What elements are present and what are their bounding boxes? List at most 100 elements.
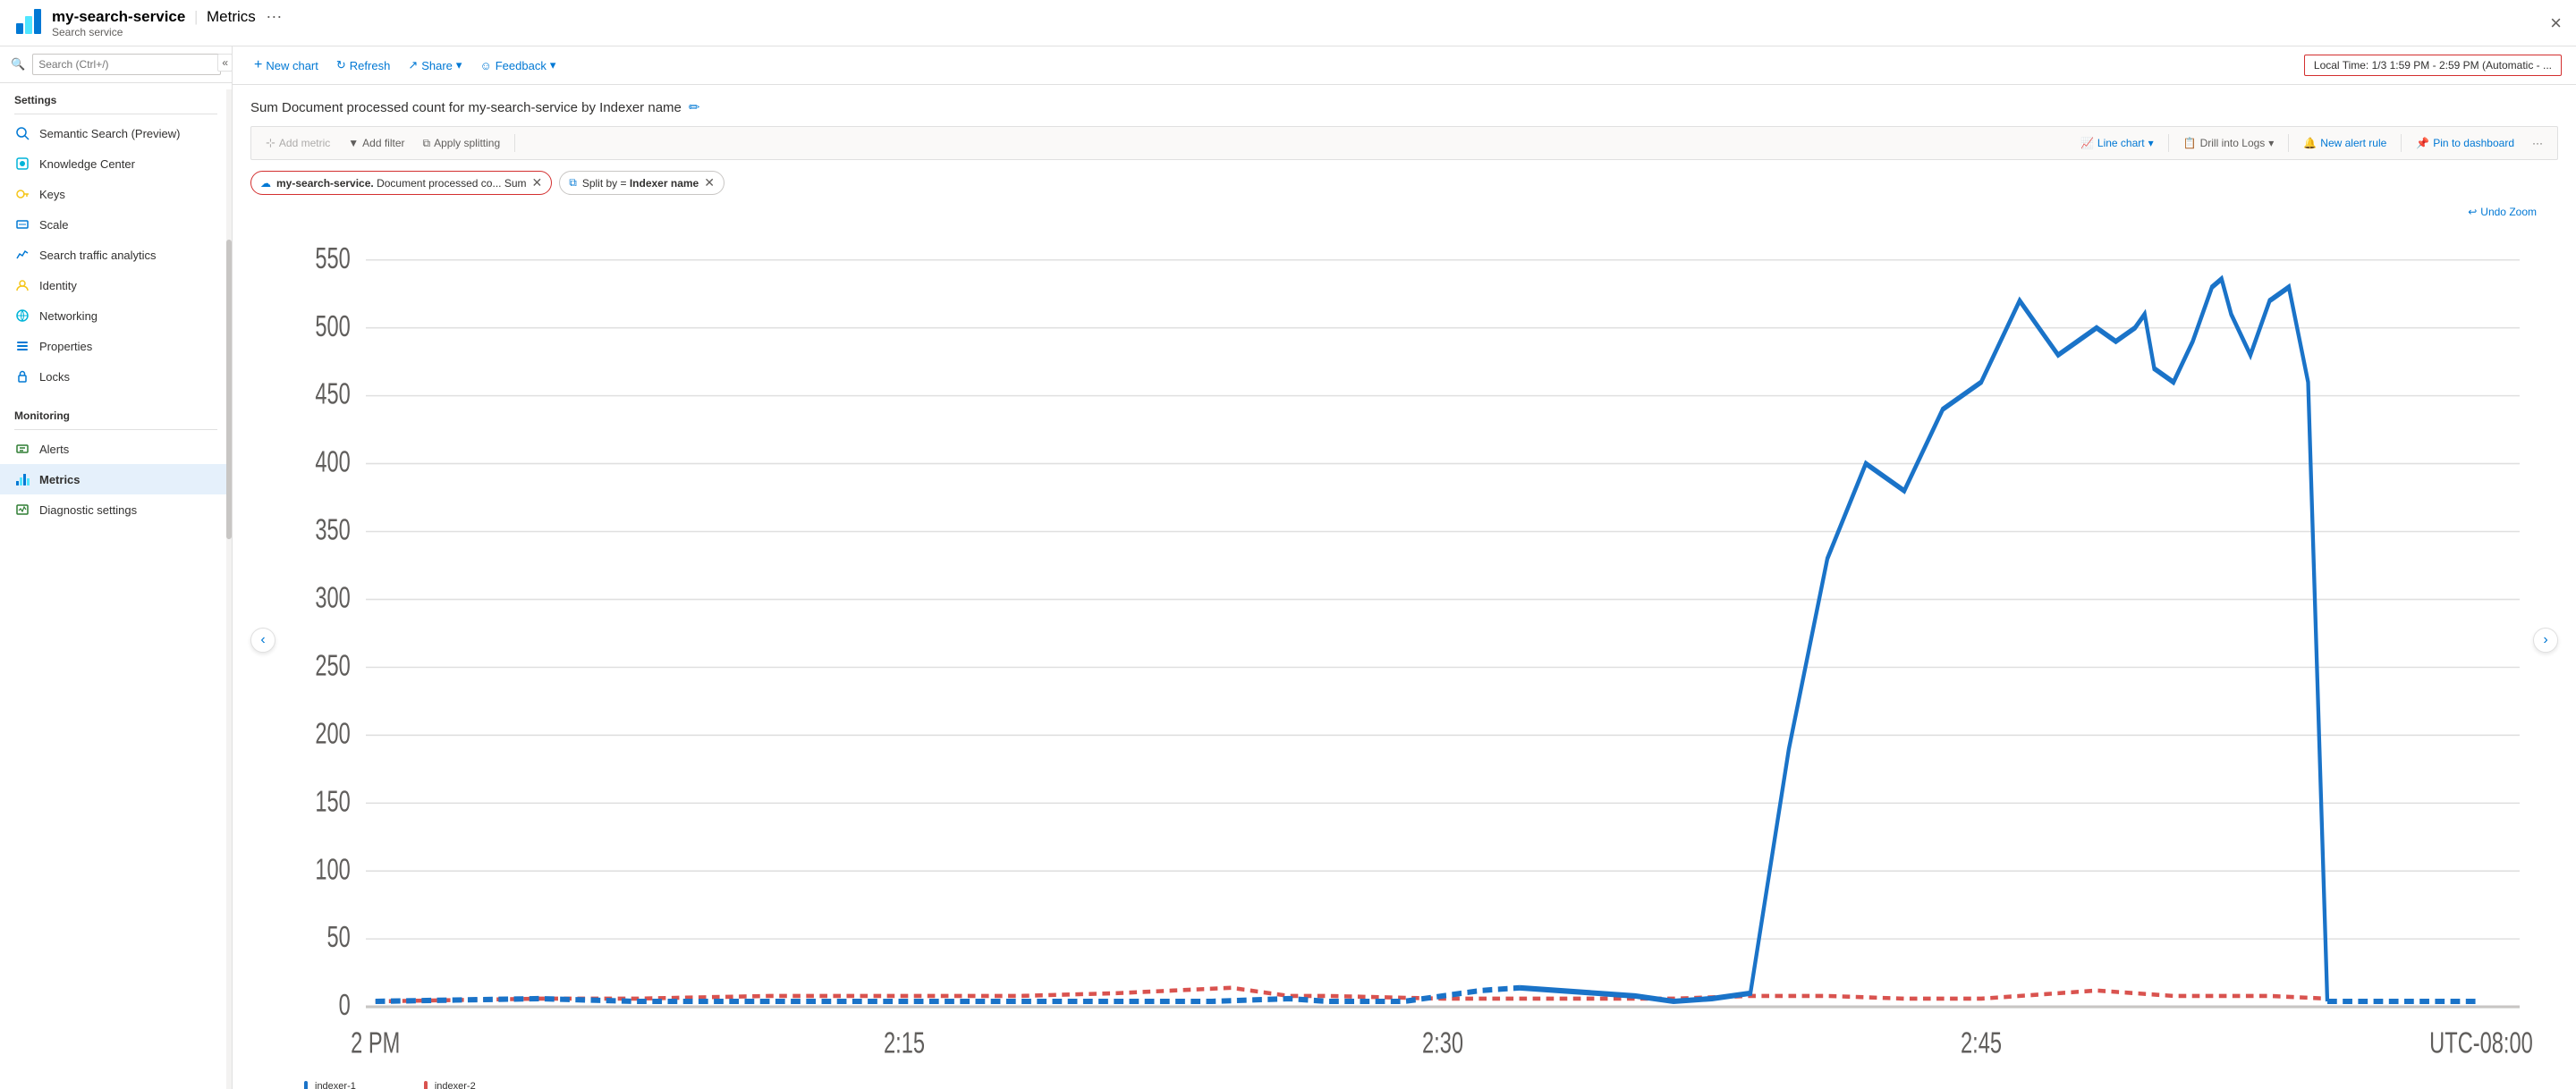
title-bar: my-search-service | Metrics ··· Search s… <box>0 0 2576 46</box>
line-chart-chevron: ▾ <box>2148 137 2154 149</box>
edit-title-icon[interactable]: ✏ <box>689 99 700 115</box>
split-pill[interactable]: ⧉ Split by = Indexer name ✕ <box>559 171 724 195</box>
svg-text:550: 550 <box>315 242 350 275</box>
pin-to-dashboard-button[interactable]: 📌 Pin to dashboard <box>2409 133 2521 153</box>
undo-zoom-button[interactable]: ↩ Undo Zoom <box>2468 206 2537 218</box>
drill-into-logs-button[interactable]: 📋 Drill into Logs ▾ <box>2176 133 2282 153</box>
chart-nav-left[interactable]: ‹ <box>250 628 275 653</box>
time-picker[interactable]: Local Time: 1/3 1:59 PM - 2:59 PM (Autom… <box>2304 55 2562 76</box>
sidebar-item-label: Properties <box>39 340 92 353</box>
feedback-icon: ☺ <box>479 59 491 72</box>
svg-text:2:45: 2:45 <box>1961 1027 2002 1060</box>
share-chevron-icon: ▾ <box>456 58 462 72</box>
line-chart-button[interactable]: 📈 Line chart ▾ <box>2073 133 2161 153</box>
svg-text:400: 400 <box>315 446 350 479</box>
undo-icon: ↩ <box>2468 206 2477 218</box>
sidebar-item-identity[interactable]: Identity <box>0 270 232 300</box>
share-icon: ↗ <box>408 58 418 72</box>
chart-container: Sum Document processed count for my-sear… <box>233 85 2576 1089</box>
filter-icon: ▼ <box>348 137 359 149</box>
toolbar-separator-2 <box>2168 134 2169 152</box>
chart-toolbar: ⊹ Add metric ▼ Add filter ⧉ Apply splitt… <box>250 126 2558 160</box>
refresh-button[interactable]: ↻ Refresh <box>329 55 397 76</box>
sidebar-item-label: Keys <box>39 188 65 201</box>
sidebar-item-label: Metrics <box>39 473 80 486</box>
more-options-dots[interactable]: ··· <box>266 7 282 25</box>
toolbar-separator-3 <box>2288 134 2289 152</box>
locks-icon <box>14 368 30 384</box>
apply-splitting-button[interactable]: ⧉ Apply splitting <box>416 133 508 154</box>
metrics-icon <box>14 471 30 487</box>
sidebar-item-diagnostic[interactable]: Diagnostic settings <box>0 494 232 525</box>
share-button[interactable]: ↗ Share ▾ <box>401 55 469 76</box>
sidebar-item-networking[interactable]: Networking <box>0 300 232 331</box>
plus-icon: + <box>254 57 262 73</box>
sidebar-item-search-traffic[interactable]: Search traffic analytics <box>0 240 232 270</box>
filter-pills: ☁ my-search-service. Document processed … <box>250 171 2558 195</box>
sidebar-item-knowledge-center[interactable]: Knowledge Center <box>0 148 232 179</box>
undo-zoom-label: Undo Zoom <box>2480 206 2537 218</box>
more-options-button[interactable]: ··· <box>2525 133 2550 153</box>
split-icon: ⧉ <box>423 137 431 150</box>
sidebar-item-semantic-search[interactable]: Semantic Search (Preview) <box>0 118 232 148</box>
semantic-search-icon <box>14 125 30 141</box>
sidebar: 🔍 « Settings Semantic Search (Preview) <box>0 46 233 1089</box>
sidebar-item-label: Locks <box>39 370 70 384</box>
sidebar-item-keys[interactable]: Keys <box>0 179 232 209</box>
chart-nav-right[interactable]: › <box>2533 628 2558 653</box>
new-alert-rule-button[interactable]: 🔔 New alert rule <box>2296 133 2394 153</box>
sidebar-item-properties[interactable]: Properties <box>0 331 232 361</box>
chart-title-text: Sum Document processed count for my-sear… <box>250 100 682 115</box>
subtitle: Search service <box>52 26 282 38</box>
close-button[interactable]: × <box>2550 12 2562 35</box>
new-chart-label: New chart <box>266 59 318 72</box>
metric-pill-close[interactable]: ✕ <box>532 175 543 190</box>
content-area: + New chart ↻ Refresh ↗ Share ▾ ☺ Feedba… <box>233 46 2576 1089</box>
add-filter-label: Add filter <box>362 137 404 149</box>
add-filter-button[interactable]: ▼ Add filter <box>341 133 411 153</box>
line-chart-icon: 📈 <box>2080 137 2094 149</box>
split-pill-icon: ⧉ <box>569 176 577 190</box>
diagnostic-icon <box>14 502 30 518</box>
new-alert-label: New alert rule <box>2320 137 2386 149</box>
settings-section-header: Settings <box>0 83 232 110</box>
page-title: Metrics <box>207 8 256 25</box>
toolbar-separator-1 <box>514 134 515 152</box>
new-chart-button[interactable]: + New chart <box>247 54 326 77</box>
metric-pill[interactable]: ☁ my-search-service. Document processed … <box>250 171 552 195</box>
toolbar-separator-4 <box>2401 134 2402 152</box>
sidebar-item-scale[interactable]: Scale <box>0 209 232 240</box>
search-traffic-icon <box>14 247 30 263</box>
add-metric-button[interactable]: ⊹ Add metric <box>258 132 337 154</box>
feedback-button[interactable]: ☺ Feedback ▾ <box>472 55 563 76</box>
sidebar-item-label: Diagnostic settings <box>39 503 137 517</box>
apply-splitting-label: Apply splitting <box>434 137 500 149</box>
feedback-label: Feedback <box>496 59 547 72</box>
sidebar-item-label: Networking <box>39 309 97 323</box>
legend-color-indexer1 <box>304 1081 308 1089</box>
svg-text:450: 450 <box>315 378 350 411</box>
refresh-label: Refresh <box>350 59 391 72</box>
more-options-icon: ··· <box>2532 137 2543 149</box>
split-pill-text: Split by = Indexer name <box>582 177 699 190</box>
sidebar-item-label: Semantic Search (Preview) <box>39 127 181 140</box>
search-icon: 🔍 <box>11 57 25 72</box>
split-pill-close[interactable]: ✕ <box>704 175 715 190</box>
sidebar-item-label: Search traffic analytics <box>39 249 157 262</box>
svg-text:2 PM: 2 PM <box>351 1027 400 1060</box>
search-input[interactable] <box>32 54 221 75</box>
sidebar-item-alerts[interactable]: Alerts <box>0 434 232 464</box>
sidebar-item-label: Scale <box>39 218 69 232</box>
sidebar-item-locks[interactable]: Locks <box>0 361 232 392</box>
legend-text-indexer1: indexer-1 my-search-service 4.98 k <box>315 1081 395 1089</box>
line-chart-label: Line chart <box>2097 137 2145 149</box>
sidebar-item-metrics[interactable]: Metrics <box>0 464 232 494</box>
drill-logs-label: Drill into Logs <box>2200 137 2266 149</box>
collapse-sidebar-button[interactable]: « <box>217 54 233 72</box>
search-bar: 🔍 « <box>0 46 232 83</box>
app-name: my-search-service <box>52 8 185 25</box>
svg-text:150: 150 <box>315 786 350 819</box>
add-metric-label: Add metric <box>279 137 330 149</box>
svg-text:500: 500 <box>315 310 350 343</box>
chart-toolbar-right: 📈 Line chart ▾ 📋 Drill into Logs ▾ � <box>2073 133 2550 153</box>
